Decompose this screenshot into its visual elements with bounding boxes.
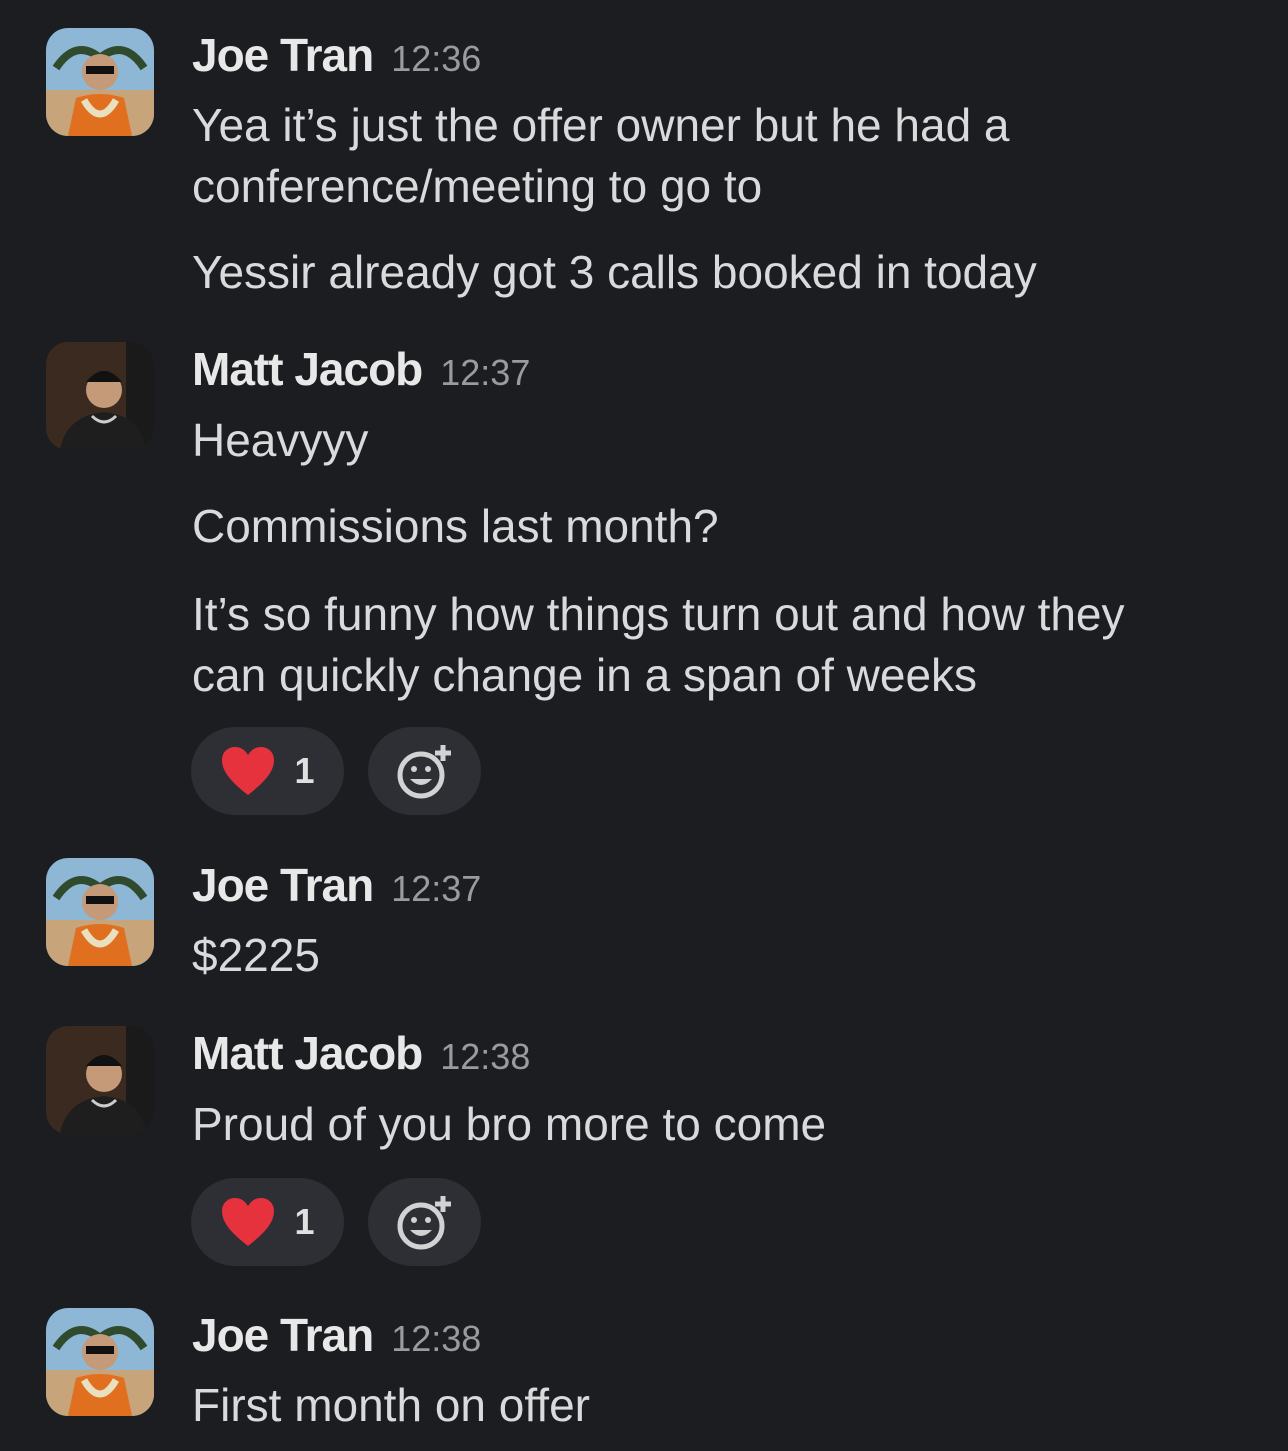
- reaction-heart[interactable]: 1: [191, 1178, 344, 1266]
- author-label[interactable]: Joe Tran: [192, 29, 374, 81]
- avatar-joe-tran[interactable]: [46, 28, 154, 136]
- message-text: $2225: [192, 929, 320, 981]
- reaction-count: 1: [294, 750, 315, 791]
- message-text: First month on offer: [192, 1379, 590, 1431]
- avatar-joe-tran[interactable]: [46, 858, 154, 966]
- author-label[interactable]: Matt Jacob: [192, 1027, 423, 1079]
- author-name[interactable]: Joe Tran 12:36: [192, 28, 481, 82]
- reaction-heart[interactable]: 1: [191, 727, 344, 815]
- timestamp[interactable]: 12:37: [440, 352, 530, 393]
- add-reaction-icon: [397, 745, 451, 799]
- author-name[interactable]: Joe Tran 12:37: [192, 858, 481, 912]
- author-name[interactable]: Joe Tran 12:38: [192, 1308, 481, 1362]
- message-text: Yea it’s just the offer owner but he had…: [192, 99, 1010, 151]
- heart-emoji-icon: [222, 1198, 275, 1246]
- timestamp[interactable]: 12:36: [391, 38, 481, 79]
- author-label[interactable]: Joe Tran: [192, 1309, 374, 1361]
- author-label[interactable]: Matt Jacob: [192, 343, 423, 395]
- timestamp[interactable]: 12:38: [391, 1318, 481, 1359]
- author-label[interactable]: Joe Tran: [192, 859, 374, 911]
- avatar-joe-tran[interactable]: [46, 1308, 154, 1416]
- message-text: Heavyyy: [192, 414, 369, 466]
- add-reaction-button[interactable]: [368, 727, 481, 815]
- timestamp[interactable]: 12:38: [440, 1036, 530, 1077]
- reaction-count: 1: [294, 1201, 315, 1242]
- message-text: Proud of you bro more to come: [192, 1098, 827, 1150]
- message-text: Yessir already got 3 calls booked in tod…: [192, 246, 1037, 298]
- avatar-matt-jacob[interactable]: [46, 1026, 154, 1134]
- author-name[interactable]: Matt Jacob 12:38: [192, 1026, 530, 1080]
- add-reaction-icon: [397, 1196, 451, 1250]
- avatar-matt-jacob[interactable]: [46, 342, 154, 450]
- heart-emoji-icon: [222, 747, 275, 795]
- timestamp[interactable]: 12:37: [391, 868, 481, 909]
- message-text: It’s so funny how things turn out and ho…: [192, 588, 1125, 640]
- message-text: can quickly change in a span of weeks: [192, 649, 978, 701]
- author-name[interactable]: Matt Jacob 12:37: [192, 342, 530, 396]
- message-text: Commissions last month?: [192, 500, 719, 552]
- message-text: conference/meeting to go to: [192, 160, 763, 212]
- add-reaction-button[interactable]: [368, 1178, 481, 1266]
